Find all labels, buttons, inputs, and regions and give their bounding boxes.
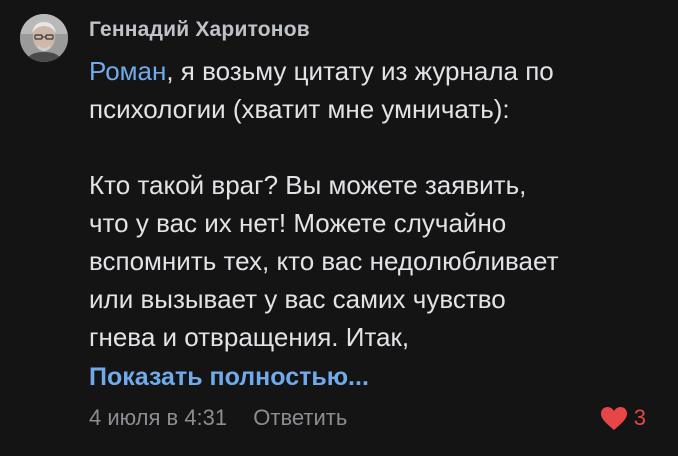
reply-button[interactable]: Ответить [253,405,347,430]
heart-icon [600,406,627,430]
comment-footer: 4 июля в 4:31 Ответить [89,405,347,431]
author-name[interactable]: Геннадий Харитонов [89,18,310,42]
show-more-link[interactable]: Показать полностью... [89,363,369,392]
like-button[interactable]: 3 [600,405,646,431]
likes-count: 3 [633,405,646,430]
comment-item: Геннадий Харитонов Роман, я возьму цитат… [0,0,678,456]
mention-link[interactable]: Роман [89,56,166,86]
user-avatar-photo-icon [20,14,68,62]
comment-date[interactable]: 4 июля в 4:31 [89,405,227,430]
comment-body: , я возьму цитату из журнала по психолог… [89,56,559,352]
avatar[interactable] [20,14,68,62]
comment-text: Роман, я возьму цитату из журнала по пси… [89,52,659,356]
